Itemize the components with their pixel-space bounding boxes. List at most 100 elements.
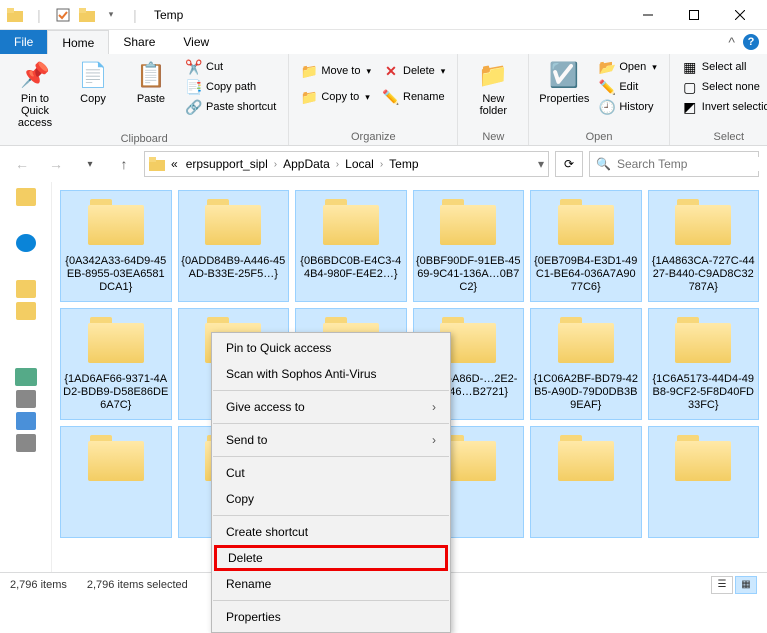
- details-view-button[interactable]: ☰: [711, 576, 733, 594]
- chevron-down-icon: ▾: [652, 62, 657, 73]
- folder-item[interactable]: {0BBF90DF-91EB-4569-9C41-136A…0B7C2}: [413, 190, 525, 302]
- folder-icon: [201, 197, 265, 249]
- invert-selection-button[interactable]: ◩Invert selection: [678, 98, 767, 116]
- breadcrumb[interactable]: AppData: [281, 157, 332, 171]
- checkbox-icon[interactable]: [52, 4, 74, 26]
- ctx-cut[interactable]: Cut: [212, 460, 450, 486]
- ctx-create-shortcut[interactable]: Create shortcut: [212, 519, 450, 545]
- dropdown-icon[interactable]: ▾: [538, 157, 544, 171]
- breadcrumb-overflow[interactable]: «: [169, 157, 180, 171]
- divider: |: [28, 4, 50, 26]
- folder-item[interactable]: {0A342A33-64D9-45EB-8955-03EA6581DCA1}: [60, 190, 172, 302]
- folder-item[interactable]: {0EB709B4-E3D1-49C1-BE64-036A7A9077C6}: [530, 190, 642, 302]
- icons-view-button[interactable]: ▦: [735, 576, 757, 594]
- nav-pane[interactable]: [0, 182, 52, 572]
- ctx-rename[interactable]: Rename: [212, 571, 450, 597]
- folder-item[interactable]: {0ADD84B9-A446-45AD-B33E-25F5…}: [178, 190, 290, 302]
- delete-button[interactable]: ✕Delete▾: [379, 62, 449, 80]
- folder-icon: [554, 433, 618, 485]
- ctx-scan[interactable]: Scan with Sophos Anti-Virus: [212, 361, 450, 387]
- chevron-right-icon: ›: [380, 159, 383, 170]
- breadcrumb[interactable]: erpsupport_sipl: [184, 157, 270, 171]
- search-input[interactable]: [617, 157, 767, 171]
- help-icon[interactable]: ?: [743, 34, 759, 50]
- edit-button[interactable]: ✏️Edit: [595, 78, 660, 96]
- folder-item[interactable]: [530, 426, 642, 538]
- pin-quick-access-button[interactable]: 📌 Pin to Quick access: [8, 58, 62, 131]
- folder-item[interactable]: {1AD6AF66-9371-4AD2-BDB9-D58E86DE6A7C}: [60, 308, 172, 420]
- drive-icon[interactable]: [16, 412, 36, 430]
- copy-button[interactable]: 📄 Copy: [66, 58, 120, 107]
- select-none-button[interactable]: ▢Select none: [678, 78, 767, 96]
- new-folder-button[interactable]: 📁 New folder: [466, 58, 520, 119]
- this-pc-icon[interactable]: [15, 368, 37, 386]
- ctx-delete[interactable]: Delete: [214, 545, 448, 571]
- ctx-pin[interactable]: Pin to Quick access: [212, 335, 450, 361]
- tab-view[interactable]: View: [169, 30, 223, 54]
- folder-icon[interactable]: [16, 302, 36, 320]
- paste-shortcut-button[interactable]: 🔗Paste shortcut: [182, 98, 280, 116]
- chevron-right-icon: ›: [274, 159, 277, 170]
- ctx-send-to[interactable]: Send to›: [212, 427, 450, 453]
- move-to-button[interactable]: 📁Move to▾: [297, 62, 375, 80]
- folder-icon: [319, 197, 383, 249]
- select-all-button[interactable]: ▦Select all: [678, 58, 767, 76]
- chevron-right-icon: ›: [336, 159, 339, 170]
- group-organize: 📁Move to▾ 📁Copy to▾ ✕Delete▾ ✏️Rename Or…: [289, 54, 458, 145]
- drive-icon[interactable]: [16, 434, 36, 452]
- ctx-properties[interactable]: Properties: [212, 604, 450, 630]
- folder-item[interactable]: {1A4863CA-727C-4427-B440-C9AD8C32787A}: [648, 190, 760, 302]
- folder-item[interactable]: [60, 426, 172, 538]
- history-button[interactable]: 🕘History: [595, 98, 660, 116]
- forward-button[interactable]: →: [42, 150, 70, 178]
- ribbon-tabs: File Home Share View ^ ?: [0, 30, 767, 54]
- minimize-button[interactable]: [625, 0, 671, 30]
- properties-icon: ☑️: [548, 60, 580, 92]
- onedrive-icon[interactable]: [16, 234, 36, 252]
- tab-share[interactable]: Share: [109, 30, 169, 54]
- address-bar[interactable]: « erpsupport_sipl› AppData› Local› Temp …: [144, 151, 549, 177]
- search-box[interactable]: 🔍: [589, 151, 759, 177]
- folder-item[interactable]: {0B6BDC0B-E4C3-44B4-980F-E4E2…}: [295, 190, 407, 302]
- status-selection-count: 2,796 items selected: [87, 579, 188, 591]
- ribbon-collapse-icon[interactable]: ^: [728, 34, 735, 50]
- breadcrumb[interactable]: Temp: [387, 157, 420, 171]
- ctx-give-access[interactable]: Give access to›: [212, 394, 450, 420]
- properties-button[interactable]: ☑️ Properties: [537, 58, 591, 107]
- group-select: ▦Select all ▢Select none ◩Invert selecti…: [670, 54, 767, 145]
- folder-label: {0A342A33-64D9-45EB-8955-03EA6581DCA1}: [63, 255, 169, 295]
- folder-icon[interactable]: [16, 188, 36, 206]
- cut-icon: ✂️: [186, 59, 202, 75]
- refresh-button[interactable]: ⟳: [555, 151, 583, 177]
- maximize-button[interactable]: [671, 0, 717, 30]
- back-button[interactable]: ←: [8, 150, 36, 178]
- recent-locations-button[interactable]: ▾: [76, 150, 104, 178]
- separator: [213, 600, 449, 601]
- folder-item[interactable]: {1C06A2BF-BD79-42B5-A90D-79D0DB3B9EAF}: [530, 308, 642, 420]
- folder-label: {1A4863CA-727C-4427-B440-C9AD8C32787A}: [651, 255, 757, 295]
- open-button[interactable]: 📂Open▾: [595, 58, 660, 76]
- tab-home[interactable]: Home: [47, 30, 109, 54]
- qat-dropdown-icon[interactable]: ▾: [100, 4, 122, 26]
- cut-button[interactable]: ✂️Cut: [182, 58, 280, 76]
- paste-button[interactable]: 📋 Paste: [124, 58, 178, 107]
- breadcrumb[interactable]: Local: [343, 157, 376, 171]
- folder-item[interactable]: [648, 426, 760, 538]
- copy-to-button[interactable]: 📁Copy to▾: [297, 88, 375, 106]
- copy-icon: 📄: [77, 60, 109, 92]
- ctx-copy[interactable]: Copy: [212, 486, 450, 512]
- folder-icon: 📁: [301, 63, 317, 79]
- up-button[interactable]: ↑: [110, 150, 138, 178]
- folder-icon[interactable]: [16, 280, 36, 298]
- copy-path-button[interactable]: 📑Copy path: [182, 78, 280, 96]
- new-folder-icon: 📁: [477, 60, 509, 92]
- tab-file[interactable]: File: [0, 30, 47, 54]
- folder-item[interactable]: {1C6A5173-44D4-49B8-9CF2-5F8D40FD33FC}: [648, 308, 760, 420]
- rename-button[interactable]: ✏️Rename: [379, 88, 449, 106]
- paste-icon: 📋: [135, 60, 167, 92]
- folder-icon: [671, 197, 735, 249]
- close-button[interactable]: [717, 0, 763, 30]
- group-label: Organize: [297, 129, 449, 145]
- folder-icon[interactable]: [76, 4, 98, 26]
- drive-icon[interactable]: [16, 390, 36, 408]
